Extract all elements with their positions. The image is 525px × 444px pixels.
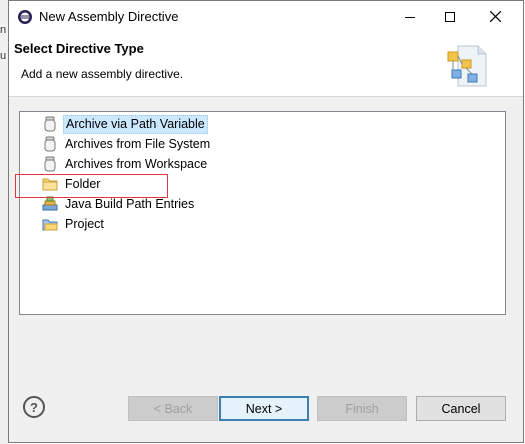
tree-item-label: Archives from Workspace	[65, 156, 208, 171]
help-icon: ?	[30, 399, 38, 415]
dialog-window: New Assembly Directive Select Directive …	[8, 0, 524, 443]
tree-item-label: Java Build Path Entries	[65, 196, 195, 211]
directive-type-tree[interactable]: Archive via Path Variable Archives from …	[19, 111, 506, 315]
close-icon	[489, 11, 501, 22]
minimize-icon	[405, 16, 415, 18]
background-fragment: u	[0, 50, 7, 62]
tree-item-label: Archive via Path Variable	[63, 114, 208, 134]
archive-jar-icon	[44, 116, 56, 132]
project-folder-icon	[42, 219, 58, 231]
eclipse-icon	[18, 10, 32, 24]
finish-button[interactable]: Finish	[317, 396, 407, 421]
tree-item-archives-from-workspace[interactable]: Archives from Workspace	[42, 155, 209, 173]
title-bar[interactable]: New Assembly Directive	[9, 1, 523, 32]
window-title: New Assembly Directive	[39, 9, 179, 24]
wizard-header: Select Directive Type Add a new assembly…	[9, 32, 523, 97]
help-button[interactable]: ?	[23, 396, 45, 418]
tree-item-project[interactable]: Project	[42, 215, 106, 233]
tree-item-archive-via-path-variable[interactable]: Archive via Path Variable	[42, 114, 208, 134]
background-fragment: n	[0, 24, 7, 36]
background-window-strip	[0, 0, 8, 444]
close-button[interactable]	[472, 1, 518, 32]
back-button[interactable]: < Back	[128, 396, 218, 421]
maximize-button[interactable]	[427, 1, 473, 32]
wizard-banner-icon	[447, 45, 487, 87]
cancel-button[interactable]: Cancel	[416, 396, 506, 421]
library-icon	[42, 196, 58, 211]
page-description: Add a new assembly directive.	[21, 67, 184, 81]
tree-item-archives-from-file-system[interactable]: Archives from File System	[42, 135, 212, 153]
archive-jar-icon	[44, 136, 56, 152]
tree-item-label: Archives from File System	[65, 136, 211, 151]
page-title: Select Directive Type	[14, 41, 144, 56]
highlight-box	[15, 174, 168, 198]
next-button[interactable]: Next >	[219, 396, 309, 421]
tree-item-label: Project	[65, 216, 104, 231]
archive-jar-icon	[44, 156, 56, 172]
maximize-icon	[445, 11, 455, 22]
